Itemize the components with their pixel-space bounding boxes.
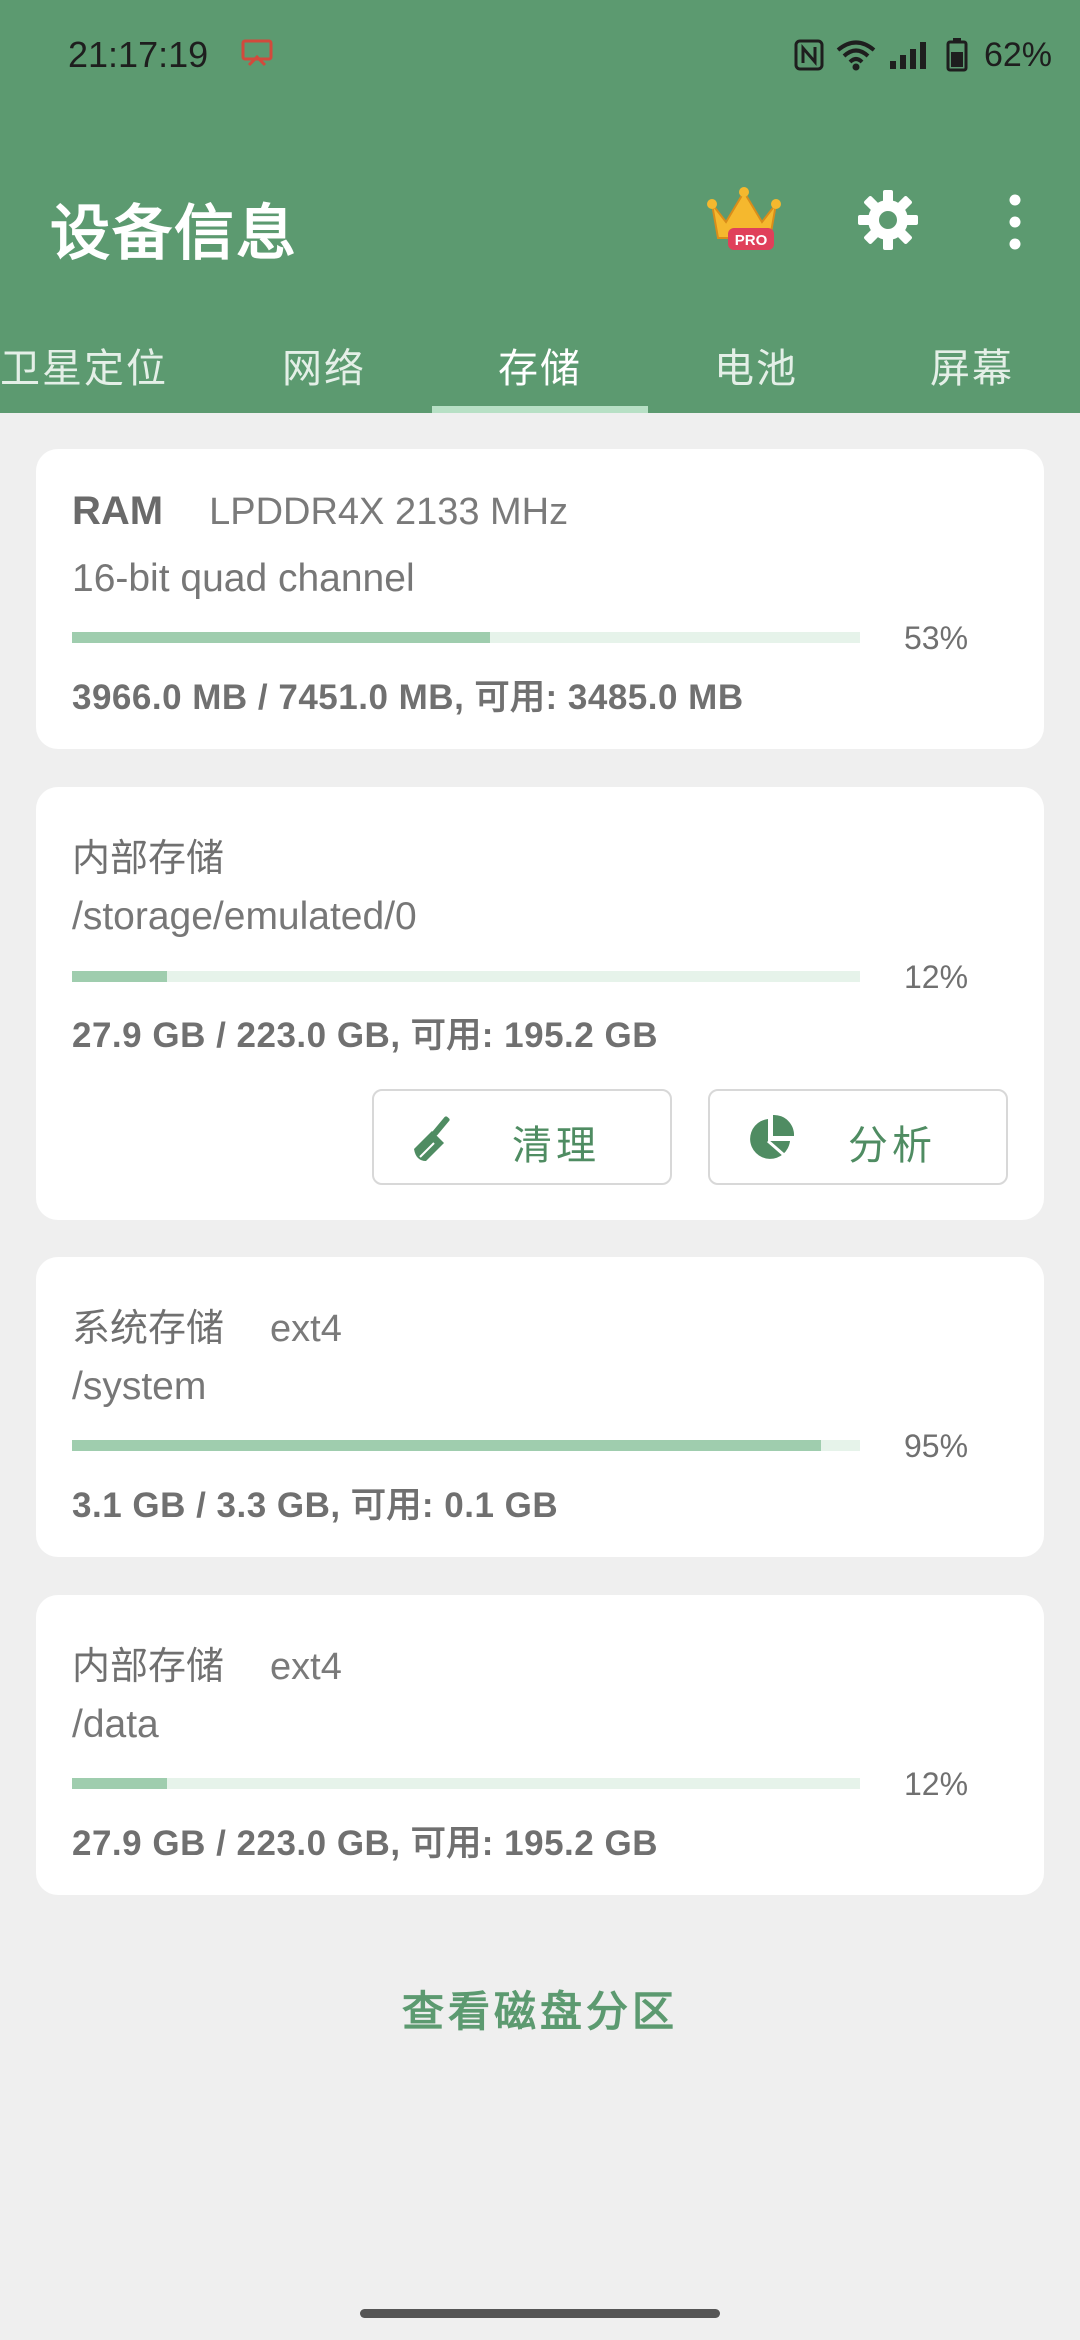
internal-title-row: 内部存储 [72,827,224,882]
screen-cast-icon [241,39,273,67]
internal-storage-card: 内部存储 /storage/emulated/0 12% 27.9 GB / 2… [36,787,1044,1220]
ram-type: LPDDR4X 2133 MHz [209,491,569,533]
app-bar: 21:17:19 62% 设备信息 PRO 卫星定位 网络 存储 电池 屏幕 [0,0,1080,413]
internal-usage-bar [72,971,860,982]
tab-satellite[interactable]: 卫星定位 [0,336,168,394]
tab-bar: 卫星定位 网络 存储 电池 屏幕 [0,318,1080,413]
ram-usage-text: 3966.0 MB / 7451.0 MB, 可用: 3485.0 MB [72,678,744,717]
tab-indicator [432,406,648,413]
data-title-row: 内部存储 ext4 [72,1635,342,1690]
system-fs: ext4 [270,1308,342,1350]
battery-percentage: 62% [983,35,1052,74]
ram-title: RAM [72,489,164,533]
status-time: 21:17:19 [68,34,209,75]
analyze-button-label: 分析 [848,1123,936,1169]
battery-icon [946,38,968,72]
internal-usage-fill [72,971,167,982]
system-usage-bar [72,1440,860,1451]
data-storage-card: 内部存储 ext4 /data 12% 27.9 GB / 223.0 GB, … [36,1595,1044,1895]
system-usage-text: 3.1 GB / 3.3 GB, 可用: 0.1 GB [72,1486,559,1525]
ram-usage-fill [72,632,490,643]
clean-button[interactable]: 清理 [372,1089,672,1185]
clean-button-label: 清理 [512,1123,600,1169]
settings-gear-icon[interactable] [856,188,920,252]
ram-title-row: RAM LPDDR4X 2133 MHz [72,489,568,534]
data-fs: ext4 [270,1646,342,1688]
data-path: /data [72,1703,159,1746]
data-usage-bar [72,1778,860,1789]
system-title-row: 系统存储 ext4 [72,1297,342,1352]
internal-path: /storage/emulated/0 [72,895,417,938]
home-indicator[interactable] [360,2309,720,2318]
ram-card: RAM LPDDR4X 2133 MHz 16-bit quad channel… [36,449,1044,749]
tab-storage[interactable]: 存储 [498,336,582,394]
more-options-icon[interactable] [1000,190,1030,254]
status-bar: 21:17:19 62% [0,0,1080,110]
system-percent: 95% [904,1428,969,1464]
system-storage-card: 系统存储 ext4 /system 95% 3.1 GB / 3.3 GB, 可… [36,1257,1044,1557]
system-path: /system [72,1365,207,1408]
broom-icon [414,1116,450,1161]
data-title: 内部存储 [72,1644,225,1688]
ram-percent: 53% [904,620,969,656]
ram-usage-bar [72,632,860,643]
system-title: 系统存储 [72,1306,225,1350]
analyze-button[interactable]: 分析 [708,1089,1008,1185]
internal-usage-text: 27.9 GB / 223.0 GB, 可用: 195.2 GB [72,1016,658,1055]
pro-crown-icon[interactable]: PRO [706,182,782,258]
status-icons: 62% [794,30,1052,80]
pie-chart-icon [750,1114,795,1159]
tab-battery[interactable]: 电池 [714,336,798,394]
data-usage-text: 27.9 GB / 223.0 GB, 可用: 195.2 GB [72,1824,658,1863]
tab-network[interactable]: 网络 [282,336,366,394]
nfc-icon [794,39,824,71]
internal-title: 内部存储 [72,836,225,880]
internal-percent: 12% [904,959,969,995]
page-title: 设备信息 [50,199,298,269]
view-partitions-link[interactable]: 查看磁盘分区 [0,1978,1080,2039]
tab-screen[interactable]: 屏幕 [930,336,1014,394]
wifi-icon [836,40,876,71]
data-usage-fill [72,1778,167,1789]
svg-text:PRO: PRO [735,232,768,249]
data-percent: 12% [904,1766,969,1802]
ram-detail: 16-bit quad channel [72,557,415,600]
signal-icon [889,42,926,69]
system-usage-fill [72,1440,821,1451]
